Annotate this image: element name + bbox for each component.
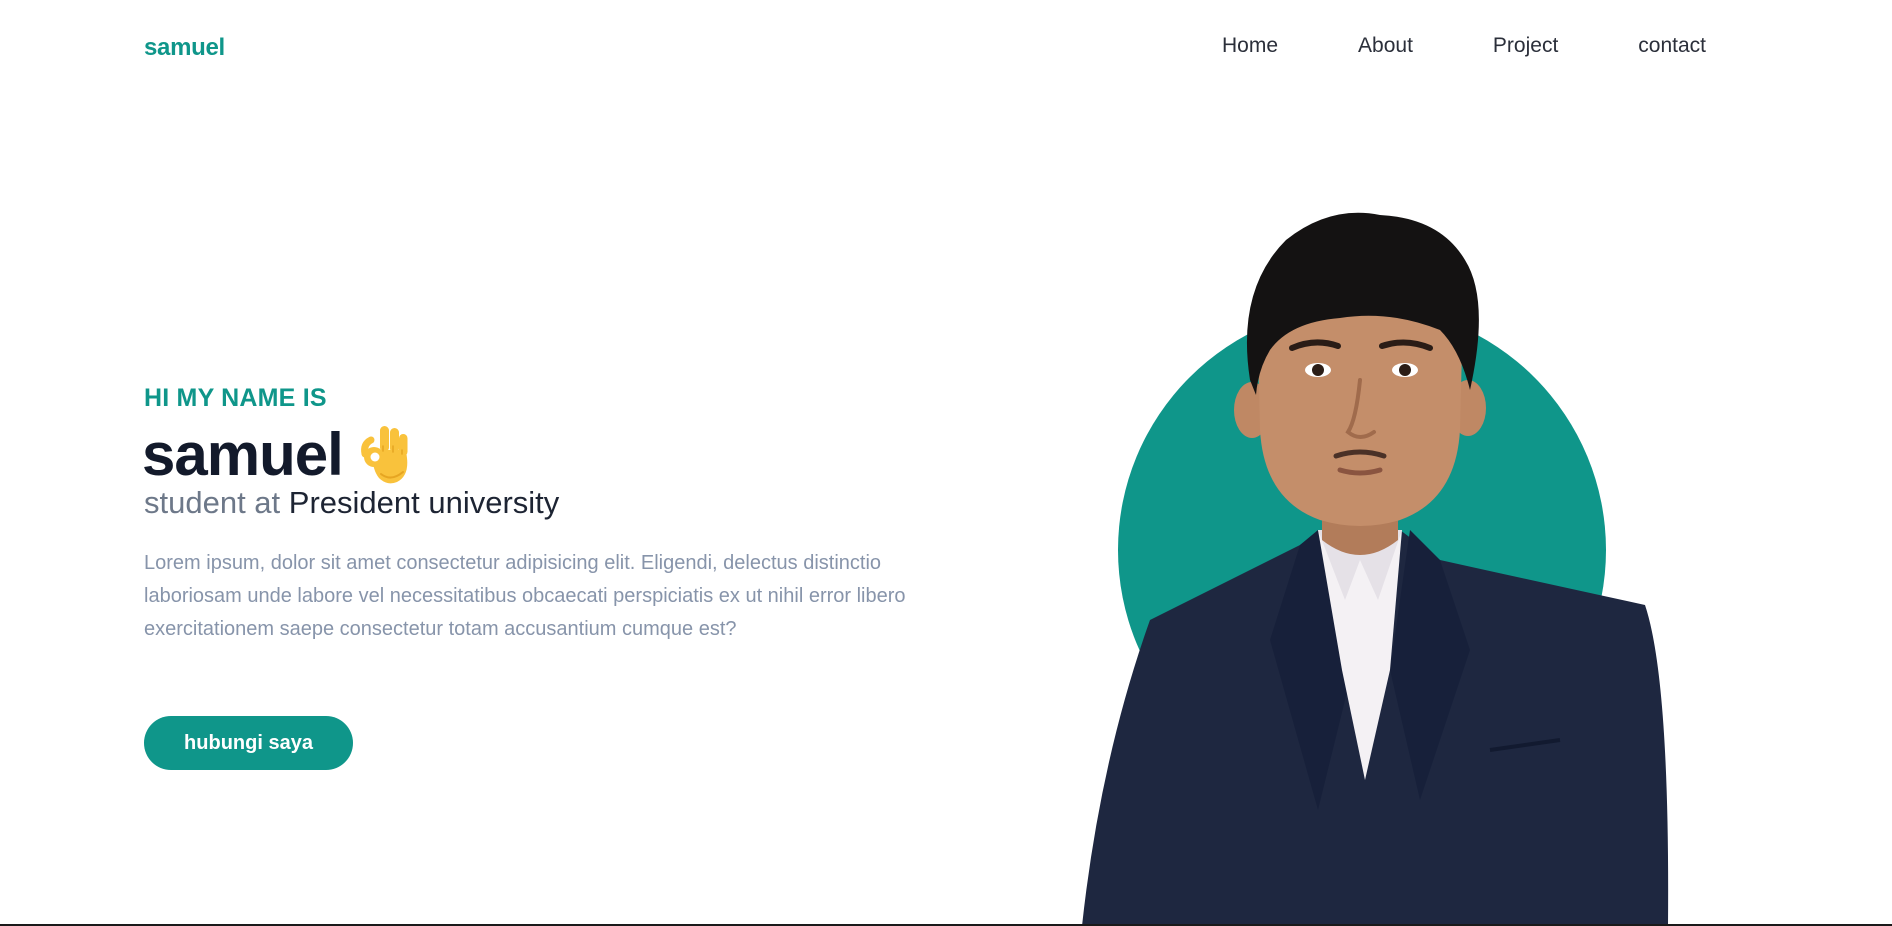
nav-link-home[interactable]: Home (1222, 34, 1278, 57)
main-nav: Home About Project contact (1222, 34, 1706, 58)
nav-item-project: Project (1493, 34, 1558, 58)
hero-name: samuel (142, 421, 344, 488)
subtitle-university: President university (288, 485, 560, 520)
nav-item-home: Home (1222, 34, 1278, 58)
subtitle-prefix: student at (144, 485, 281, 520)
hero-description: Lorem ipsum, dolor sit amet consectetur … (144, 552, 906, 640)
nav-item-about: About (1358, 34, 1413, 58)
profile-portrait (1082, 212, 1669, 926)
nav-link-project[interactable]: Project (1493, 34, 1558, 57)
ok-hand-icon (360, 426, 408, 484)
brand-logo[interactable]: samuel (144, 34, 225, 62)
nav-item-contact: contact (1638, 34, 1706, 58)
hero-subtitle: student at President university (144, 485, 559, 521)
hero-greeting: HI MY NAME IS (144, 384, 327, 412)
contact-me-button[interactable]: hubungi saya (144, 716, 353, 770)
nav-link-about[interactable]: About (1358, 34, 1413, 57)
landing-page: samuel Home About Project contact HI MY … (0, 0, 1892, 926)
nav-link-contact[interactable]: contact (1638, 34, 1706, 57)
hero-name-row: samuel (142, 418, 413, 492)
